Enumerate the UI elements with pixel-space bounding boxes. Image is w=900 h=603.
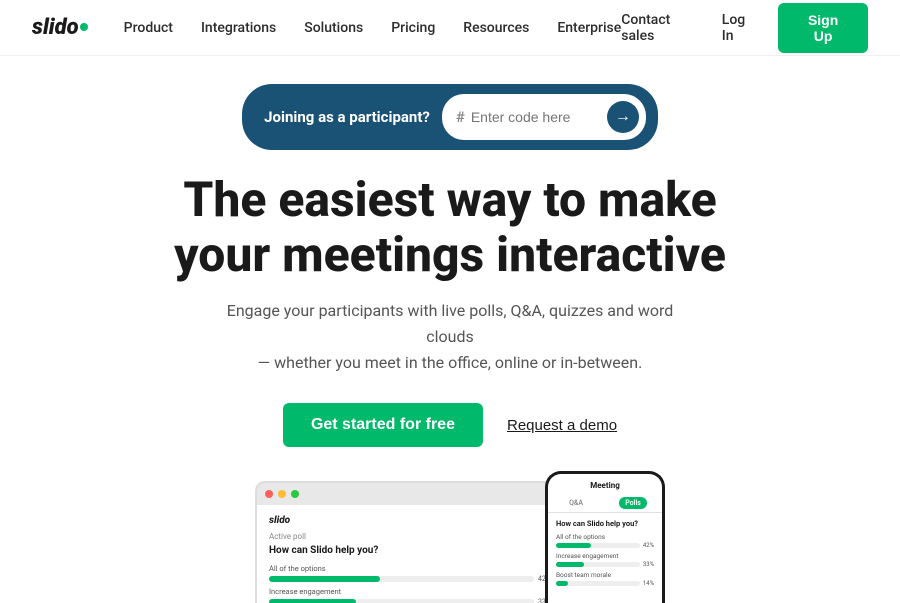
phone-bar-track-1 xyxy=(556,543,640,548)
desktop-bar-row-1: All of the options 42% xyxy=(269,564,551,583)
desktop-slido-logo: slido xyxy=(269,515,551,526)
nav-solutions[interactable]: Solutions xyxy=(304,20,363,36)
desktop-content: slido Active poll How can Slido help you… xyxy=(257,505,563,603)
phone-bar-pct-3: 14% xyxy=(643,580,654,587)
hash-icon: # xyxy=(456,108,465,126)
contact-sales-link[interactable]: Contact sales xyxy=(621,12,702,44)
nav-links: Product Integrations Solutions Pricing R… xyxy=(124,20,622,36)
phone-bar-pct-1: 42% xyxy=(643,542,654,549)
phone-tab-qa[interactable]: Q&A xyxy=(563,497,589,509)
nav-enterprise[interactable]: Enterprise xyxy=(557,20,621,36)
code-input[interactable] xyxy=(471,109,601,125)
nav-product[interactable]: Product xyxy=(124,20,173,36)
headline-line2: your meetings interactive xyxy=(174,226,726,283)
get-started-button[interactable]: Get started for free xyxy=(283,403,483,447)
participant-banner: Joining as a participant? # → xyxy=(242,84,658,150)
phone-question: How can Slido help you? xyxy=(556,519,654,528)
desktop-bar-fill-2 xyxy=(269,599,356,603)
hero-section: Joining as a participant? # → The easies… xyxy=(0,56,900,603)
log-in-link[interactable]: Log In xyxy=(722,12,758,44)
subheadline-line2: — whether you meet in the office, online… xyxy=(258,353,643,372)
phone-bar-track-2 xyxy=(556,562,640,567)
phone-titlebar: Meeting xyxy=(548,474,662,494)
phone-bar-inner-2: 33% xyxy=(556,561,654,568)
nav-right: Contact sales Log In Sign Up xyxy=(621,3,868,53)
phone-bar-fill-1 xyxy=(556,543,591,548)
titlebar-dot-red xyxy=(265,490,273,498)
phone-content: How can Slido help you? All of the optio… xyxy=(548,513,662,603)
desktop-poll-label: Active poll xyxy=(269,532,551,541)
phone-bar-inner-1: 42% xyxy=(556,542,654,549)
nav-pricing[interactable]: Pricing xyxy=(391,20,435,36)
phone-bar-row-3: Boost team morale 14% xyxy=(556,571,654,587)
desktop-bar-track-2 xyxy=(269,599,534,603)
nav-resources[interactable]: Resources xyxy=(463,20,529,36)
headline-line1: The easiest way to make xyxy=(183,171,716,228)
code-input-area: # → xyxy=(442,94,646,140)
phone-bar-inner-3: 14% xyxy=(556,580,654,587)
phone-bar-fill-2 xyxy=(556,562,584,567)
titlebar-dot-yellow xyxy=(278,490,286,498)
phone-bar-label-3: Boost team morale xyxy=(556,571,654,579)
phone-bar-label-1: All of the options xyxy=(556,533,654,541)
phone-bar-track-3 xyxy=(556,581,640,586)
desktop-titlebar xyxy=(257,483,563,505)
phone-bar-row-1: All of the options 42% xyxy=(556,533,654,549)
phone-mockup: Meeting Q&A Polls How can Slido help you… xyxy=(545,471,665,603)
desktop-bar-fill-1 xyxy=(269,576,380,582)
phone-bar-row-2: Increase engagement 33% xyxy=(556,552,654,568)
logo-text: slido xyxy=(32,15,79,40)
app-preview: slido Active poll How can Slido help you… xyxy=(0,483,900,603)
navbar: slido Product Integrations Solutions Pri… xyxy=(0,0,900,56)
phone-bar-label-2: Increase engagement xyxy=(556,552,654,560)
desktop-bar-row-2: Increase engagement 33% xyxy=(269,587,551,603)
phone-bar-fill-3 xyxy=(556,581,568,586)
desktop-bar-track-1 xyxy=(269,576,534,582)
phone-tab-bar: Q&A Polls xyxy=(548,494,662,513)
participant-text: Joining as a participant? xyxy=(264,108,430,126)
phone-tab-polls[interactable]: Polls xyxy=(619,497,647,509)
titlebar-dot-green xyxy=(291,490,299,498)
logo-dot xyxy=(80,23,88,31)
desktop-bar-inner-1: 42% xyxy=(269,575,551,583)
logo[interactable]: slido xyxy=(32,15,88,40)
cta-row: Get started for free Request a demo xyxy=(283,403,617,447)
request-demo-button[interactable]: Request a demo xyxy=(507,417,617,434)
desktop-poll-question: How can Slido help you? xyxy=(269,545,551,556)
sign-up-button[interactable]: Sign Up xyxy=(778,3,868,53)
nav-integrations[interactable]: Integrations xyxy=(201,20,276,36)
subheadline: Engage your participants with live polls… xyxy=(220,298,680,375)
main-headline: The easiest way to make your meetings in… xyxy=(174,172,726,282)
desktop-bar-label-2: Increase engagement xyxy=(269,587,551,596)
subheadline-line1: Engage your participants with live polls… xyxy=(227,301,674,346)
desktop-mockup: slido Active poll How can Slido help you… xyxy=(255,481,565,603)
code-submit-button[interactable]: → xyxy=(607,101,639,133)
desktop-bar-label-1: All of the options xyxy=(269,564,551,573)
desktop-bar-inner-2: 33% xyxy=(269,598,551,603)
phone-bar-pct-2: 33% xyxy=(643,561,654,568)
